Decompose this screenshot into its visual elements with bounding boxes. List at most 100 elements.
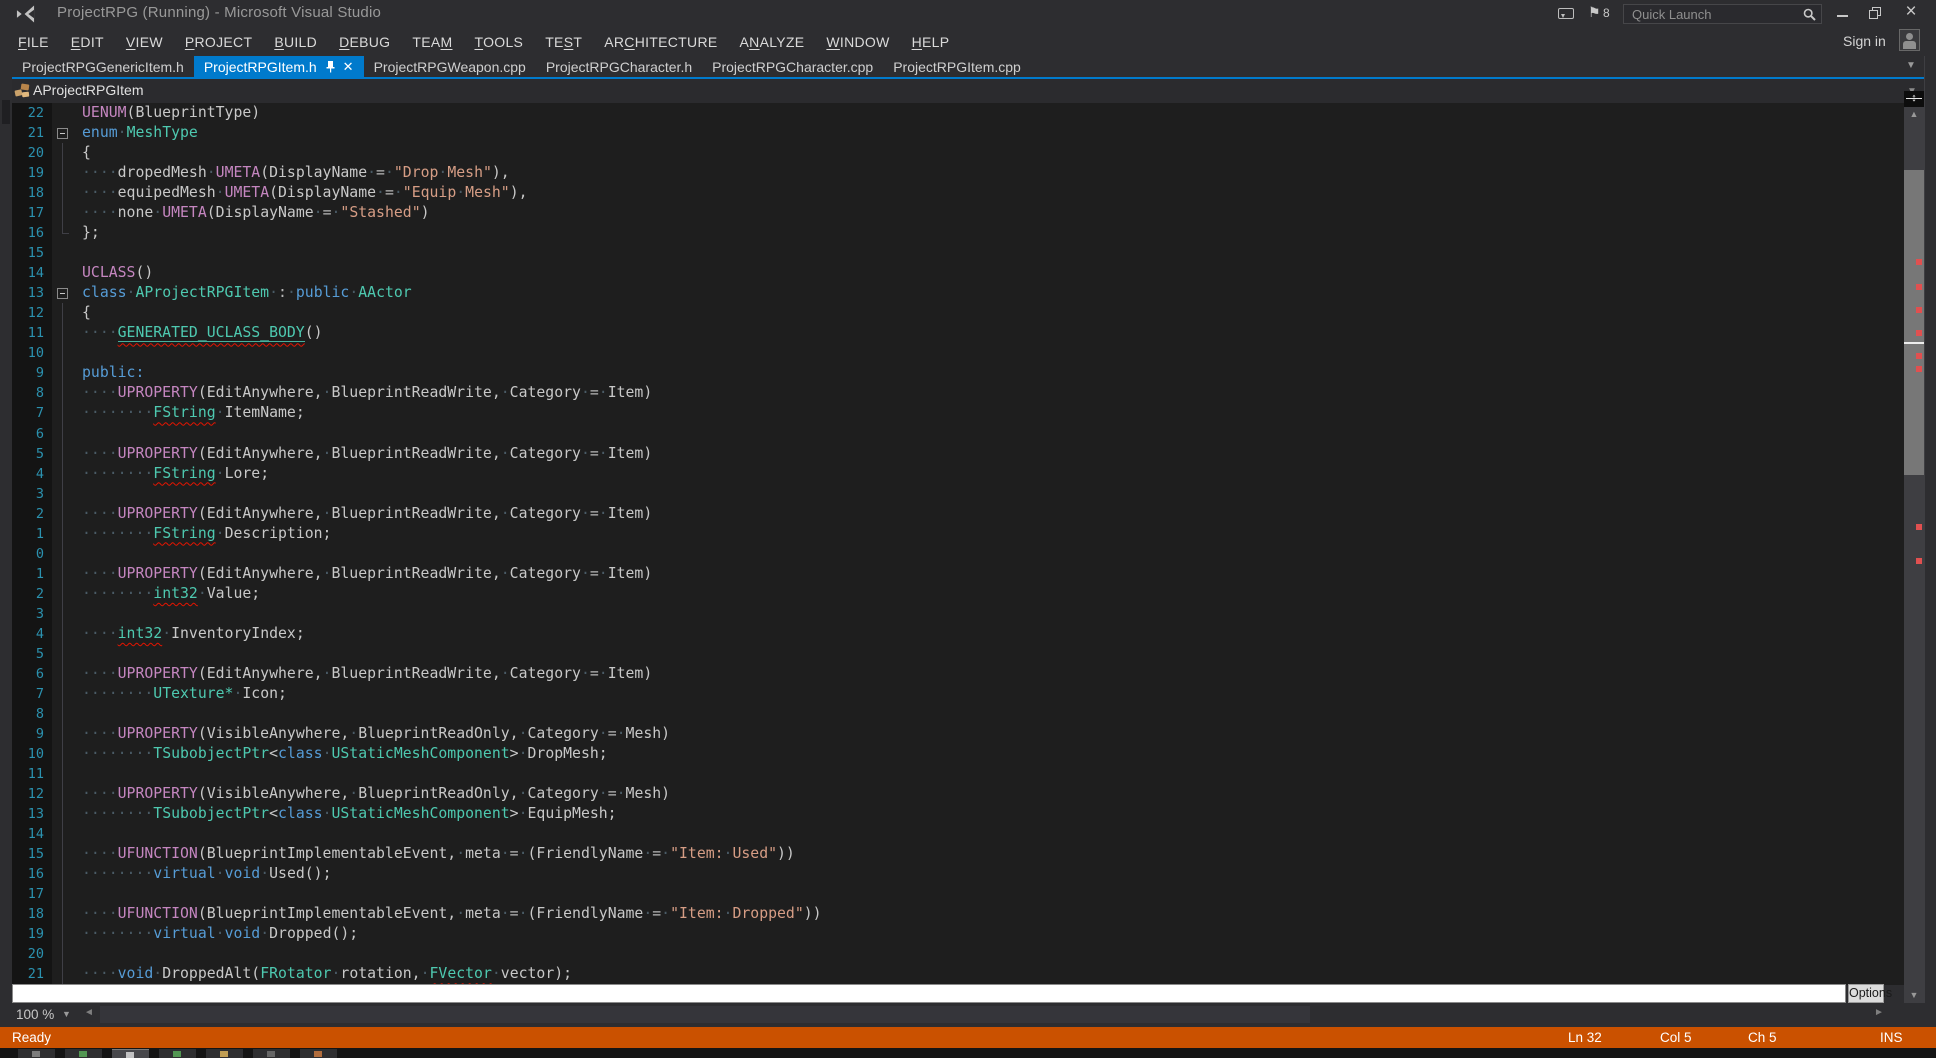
code-text[interactable]: UCLASS() — [82, 263, 1904, 283]
horizontal-scrollbar-thumb[interactable] — [100, 1006, 1310, 1023]
code-line[interactable]: 11····GENERATED_UCLASS_BODY() — [12, 323, 1904, 343]
menu-item-team[interactable]: TEAM — [401, 34, 463, 50]
outlining-margin[interactable] — [52, 123, 82, 143]
code-text[interactable]: ····void·DroppedAlt(FRotator·rotation,·F… — [82, 964, 1904, 984]
code-line[interactable]: 6 — [12, 424, 1904, 444]
code-line[interactable]: 12····UPROPERTY(VisibleAnywhere,·Bluepri… — [12, 784, 1904, 804]
tab-projectrpgweapon.cpp[interactable]: ProjectRPGWeapon.cpp — [364, 56, 536, 77]
code-text[interactable] — [82, 544, 1904, 564]
minimize-button[interactable] — [1836, 6, 1850, 20]
code-line[interactable]: 20{ — [12, 143, 1904, 163]
code-text[interactable]: ········FString·ItemName; — [82, 403, 1904, 423]
code-text[interactable]: ····UPROPERTY(EditAnywhere,·BlueprintRea… — [82, 383, 1904, 403]
code-line[interactable]: 0 — [12, 544, 1904, 564]
user-avatar-icon[interactable] — [1899, 29, 1920, 51]
code-line[interactable]: 8····UPROPERTY(EditAnywhere,·BlueprintRe… — [12, 383, 1904, 403]
code-line[interactable]: 5 — [12, 644, 1904, 664]
code-line[interactable]: 21enum·MeshType — [12, 123, 1904, 143]
code-line[interactable]: 9····UPROPERTY(VisibleAnywhere,·Blueprin… — [12, 724, 1904, 744]
code-text[interactable]: ····UPROPERTY(VisibleAnywhere,·Blueprint… — [82, 724, 1904, 744]
code-line[interactable]: 7········FString·ItemName; — [12, 403, 1904, 423]
outlining-margin[interactable] — [52, 283, 82, 303]
code-text[interactable]: ········virtual·void·Used(); — [82, 864, 1904, 884]
menu-item-architecture[interactable]: ARCHITECTURE — [593, 34, 728, 50]
close-tab-icon[interactable]: ✕ — [343, 59, 354, 75]
code-text[interactable] — [82, 604, 1904, 624]
code-text[interactable]: ····UPROPERTY(EditAnywhere,·BlueprintRea… — [82, 444, 1904, 464]
code-text[interactable] — [82, 884, 1904, 904]
code-line[interactable]: 18····equipedMesh·UMETA(DisplayName·=·"E… — [12, 183, 1904, 203]
code-line[interactable]: 13class·AProjectRPGItem·:·public·AActor — [12, 283, 1904, 303]
zoom-level-select[interactable]: 100 % — [16, 1007, 54, 1022]
find-input[interactable] — [12, 984, 1846, 1003]
code-line[interactable]: 20 — [12, 944, 1904, 964]
code-text[interactable]: ····GENERATED_UCLASS_BODY() — [82, 323, 1904, 343]
code-line[interactable]: 18····UFUNCTION(BlueprintImplementableEv… — [12, 904, 1904, 924]
taskbar-app-button[interactable] — [253, 1049, 290, 1058]
tab-projectrpgcharacter.cpp[interactable]: ProjectRPGCharacter.cpp — [702, 56, 883, 77]
code-line[interactable]: 3 — [12, 484, 1904, 504]
code-line[interactable]: 16········virtual·void·Used(); — [12, 864, 1904, 884]
vertical-scrollbar[interactable]: ▲ ▼ — [1904, 107, 1924, 1003]
code-line[interactable]: 9public: — [12, 363, 1904, 383]
code-text[interactable]: ········FString·Lore; — [82, 464, 1904, 484]
editor-splitter-handle[interactable]: ↕ — [1904, 91, 1924, 107]
code-text[interactable]: { — [82, 303, 1904, 323]
code-text[interactable]: ········FString·Description; — [82, 524, 1904, 544]
code-text[interactable]: ····UPROPERTY(EditAnywhere,·BlueprintRea… — [82, 664, 1904, 684]
taskbar-app-button[interactable] — [206, 1049, 243, 1058]
code-line[interactable]: 2····UPROPERTY(EditAnywhere,·BlueprintRe… — [12, 504, 1904, 524]
code-text[interactable]: ········TSubobjectPtr<class·UStaticMeshC… — [82, 744, 1904, 764]
code-text[interactable]: class·AProjectRPGItem·:·public·AActor — [82, 283, 1904, 303]
code-text[interactable] — [82, 424, 1904, 444]
tab-projectrpgitem.h[interactable]: ProjectRPGItem.h✕ — [194, 56, 364, 77]
pin-icon[interactable] — [325, 60, 336, 73]
code-text[interactable] — [82, 484, 1904, 504]
scroll-left-arrow-icon[interactable]: ◄ — [84, 1007, 94, 1018]
taskbar-app-button[interactable] — [112, 1049, 149, 1058]
code-line[interactable]: 1········FString·Description; — [12, 524, 1904, 544]
code-text[interactable] — [82, 644, 1904, 664]
taskbar-app-button[interactable] — [159, 1049, 196, 1058]
menu-item-tools[interactable]: TOOLS — [463, 34, 534, 50]
options-button[interactable]: Options — [1848, 984, 1884, 1003]
code-line[interactable]: 21····void·DroppedAlt(FRotator·rotation,… — [12, 964, 1904, 984]
code-line[interactable]: 15 — [12, 243, 1904, 263]
code-line[interactable]: 7········UTexture*·Icon; — [12, 684, 1904, 704]
tab-projectrpggenericitem.h[interactable]: ProjectRPGGenericItem.h — [12, 56, 194, 77]
code-text[interactable] — [82, 343, 1904, 363]
taskbar-app-button[interactable] — [300, 1049, 337, 1058]
menu-item-test[interactable]: TEST — [534, 34, 593, 50]
taskbar-app-button[interactable] — [65, 1049, 102, 1058]
code-line[interactable]: 17····none·UMETA(DisplayName·=·"Stashed"… — [12, 203, 1904, 223]
menu-item-help[interactable]: HELP — [901, 34, 961, 50]
code-line[interactable]: 11 — [12, 764, 1904, 784]
code-text[interactable]: ····int32·InventoryIndex; — [82, 624, 1904, 644]
code-text[interactable]: ········virtual·void·Dropped(); — [82, 924, 1904, 944]
taskbar-app-button[interactable] — [18, 1049, 55, 1058]
code-editor[interactable]: 22UENUM(BlueprintType)21enum·MeshType20{… — [12, 103, 1904, 985]
code-line[interactable]: 13········TSubobjectPtr<class·UStaticMes… — [12, 804, 1904, 824]
zoom-dropdown-icon[interactable]: ▼ — [62, 1009, 71, 1019]
code-text[interactable]: UENUM(BlueprintType) — [82, 103, 1904, 123]
code-text[interactable]: ····none·UMETA(DisplayName·=·"Stashed") — [82, 203, 1904, 223]
menu-item-window[interactable]: WINDOW — [815, 34, 900, 50]
editor-navigation-bar[interactable]: AProjectRPGItem ▼ — [0, 79, 1924, 103]
menu-item-file[interactable]: FILE — [7, 34, 60, 50]
notification-count[interactable]: 8 — [1603, 6, 1610, 20]
code-text[interactable]: ····UPROPERTY(EditAnywhere,·BlueprintRea… — [82, 504, 1904, 524]
menu-item-view[interactable]: VIEW — [115, 34, 174, 50]
code-line[interactable]: 10········TSubobjectPtr<class·UStaticMes… — [12, 744, 1904, 764]
scrollbar-thumb[interactable] — [1904, 170, 1924, 475]
code-line[interactable]: 19····dropedMesh·UMETA(DisplayName·=·"Dr… — [12, 163, 1904, 183]
code-line[interactable]: 2········int32·Value; — [12, 584, 1904, 604]
code-text[interactable] — [82, 944, 1904, 964]
code-line[interactable]: 6····UPROPERTY(EditAnywhere,·BlueprintRe… — [12, 664, 1904, 684]
tab-list-dropdown-icon[interactable]: ▼ — [1906, 60, 1916, 71]
code-line[interactable]: 4········FString·Lore; — [12, 464, 1904, 484]
close-button[interactable]: × — [1901, 1, 1921, 23]
scroll-up-arrow-icon[interactable]: ▲ — [1904, 107, 1924, 122]
code-text[interactable]: ····dropedMesh·UMETA(DisplayName·=·"Drop… — [82, 163, 1904, 183]
scroll-down-arrow-icon[interactable]: ▼ — [1904, 988, 1924, 1003]
code-text[interactable]: ····UPROPERTY(EditAnywhere,·BlueprintRea… — [82, 564, 1904, 584]
